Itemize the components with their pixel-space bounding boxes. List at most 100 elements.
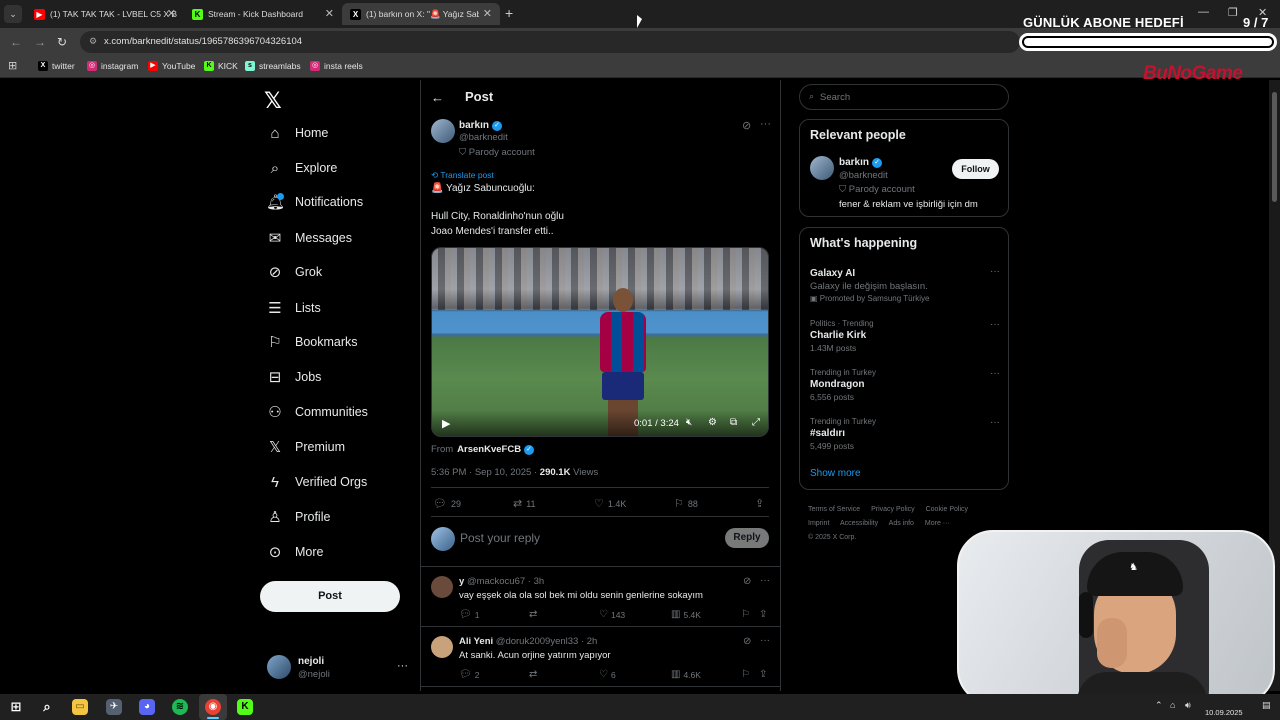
discord-icon[interactable]: ◕: [139, 699, 155, 715]
reply-action[interactable]: 💬︎ 29: [433, 497, 461, 510]
reload-icon[interactable]: ↻: [57, 35, 67, 49]
more-icon[interactable]: ···: [760, 575, 770, 586]
post-video[interactable]: ▶ 0:01 / 3:24 🔇︎ ⚙ ⧉ ⤢: [431, 247, 769, 437]
repost-action[interactable]: ⇄ 11: [513, 497, 536, 510]
apps-grid-icon[interactable]: ⊞: [8, 59, 17, 72]
notification-center-icon[interactable]: ▤: [1262, 700, 1271, 711]
more-icon[interactable]: ···: [990, 417, 1000, 428]
trend-item[interactable]: Galaxy AI Galaxy ile değişim başlasın. ▣…: [810, 266, 1000, 303]
post-button[interactable]: Post: [260, 581, 400, 612]
grok-icon[interactable]: ⊘: [743, 576, 751, 587]
close-icon[interactable]: ✕: [478, 7, 492, 20]
author-handle[interactable]: @barknedit: [459, 132, 508, 143]
share-action[interactable]: ⇪: [759, 609, 770, 620]
mute-icon[interactable]: 🔇︎: [686, 417, 692, 428]
picture-in-picture-icon[interactable]: ⧉: [730, 417, 737, 428]
repost-action[interactable]: ⇄: [529, 669, 540, 680]
browser-tab-kick[interactable]: K Stream - Kick Dashboard ✕: [184, 3, 342, 25]
file-explorer-icon[interactable]: ▭: [72, 699, 88, 715]
more-icon[interactable]: ···: [990, 266, 1000, 277]
views-action[interactable]: ▥ 4.6K: [671, 669, 701, 680]
reply-action[interactable]: 💬︎ 2: [459, 669, 479, 680]
trend-item[interactable]: Trending in Turkey Mondragon 6,556 posts…: [810, 368, 1000, 402]
post-timestamp[interactable]: 5:36 PM · Sep 10, 2025 ·: [431, 467, 540, 478]
play-icon[interactable]: ▶: [442, 417, 450, 430]
app-icon[interactable]: ✈: [106, 699, 122, 715]
fullscreen-icon[interactable]: ⤢: [752, 417, 760, 428]
restore-icon[interactable]: ❐: [1228, 6, 1238, 19]
new-tab-icon[interactable]: +: [505, 5, 513, 21]
reply-author-name[interactable]: y: [459, 576, 464, 587]
account-name[interactable]: nejoli: [298, 656, 324, 667]
nav-grok[interactable]: ⊘ Grok: [266, 259, 322, 285]
like-action[interactable]: ♡ 1.4K: [594, 497, 626, 510]
nav-messages[interactable]: ✉ Messages: [266, 225, 352, 251]
reply-action[interactable]: 💬︎ 1: [459, 609, 479, 620]
author-avatar[interactable]: [431, 119, 455, 143]
avatar[interactable]: [431, 636, 453, 658]
tray-overflow-icon[interactable]: ⌃: [1155, 700, 1163, 711]
forward-arrow-icon[interactable]: →: [34, 35, 46, 49]
avatar[interactable]: [431, 576, 453, 598]
close-icon[interactable]: ✕: [167, 7, 176, 20]
bookmark-twitter[interactable]: X twitter: [38, 61, 75, 71]
nav-jobs[interactable]: ⊟ Jobs: [266, 364, 322, 390]
nav-explore[interactable]: ⌕ Explore: [266, 155, 338, 181]
bookmark-action[interactable]: ⚐ 88: [674, 497, 698, 510]
close-icon[interactable]: ✕: [325, 7, 334, 20]
more-icon[interactable]: ···: [760, 118, 771, 130]
nav-premium[interactable]: 𝕏 Premium: [266, 434, 345, 460]
author-name[interactable]: barkın ✓: [459, 120, 503, 131]
reply-button[interactable]: Reply: [725, 528, 769, 548]
nav-verified-orgs[interactable]: ϟ Verified Orgs: [266, 469, 367, 495]
repost-action[interactable]: ⇄: [529, 609, 540, 620]
follow-button[interactable]: Follow: [952, 159, 999, 179]
trend-item[interactable]: Trending in Turkey #saldırı 5,499 posts …: [810, 417, 1000, 451]
network-icon[interactable]: ⌂: [1170, 700, 1175, 710]
minimize-icon[interactable]: —: [1198, 6, 1209, 18]
more-icon[interactable]: ···: [990, 319, 1000, 330]
like-action[interactable]: ♡ 143: [599, 609, 625, 620]
footer-link[interactable]: Ads info: [889, 520, 914, 527]
tab-search-dropdown[interactable]: ⌄: [4, 5, 22, 23]
browser-tab-youtube[interactable]: ▶ (1) TAK TAK TAK - LVBEL C5 X B ✕: [26, 3, 184, 25]
bookmark-insta-reels[interactable]: ◎ insta reels: [310, 61, 363, 71]
footer-link[interactable]: More ···: [925, 520, 950, 527]
footer-link[interactable]: Accessibility: [840, 520, 878, 527]
more-icon[interactable]: ···: [990, 368, 1000, 379]
grok-icon[interactable]: ⊘: [742, 119, 751, 132]
views-action[interactable]: ▥ 5.4K: [671, 609, 701, 620]
bookmark-action[interactable]: ⚐: [741, 609, 753, 620]
bookmark-instagram[interactable]: ◎ instagram: [87, 61, 138, 71]
windows-start-icon[interactable]: ⊞: [8, 699, 24, 715]
back-arrow-icon[interactable]: ←: [10, 35, 22, 49]
scrollbar-thumb[interactable]: [1272, 92, 1277, 202]
show-more-link[interactable]: Show more: [810, 468, 861, 479]
from-account[interactable]: ArsenKveFCB: [457, 444, 521, 455]
site-info-icon[interactable]: ⚙: [89, 36, 97, 47]
nav-more[interactable]: ⊙ More: [266, 539, 324, 565]
volume-icon[interactable]: 🔊︎: [1185, 700, 1191, 711]
reply-input[interactable]: Post your reply: [460, 531, 540, 545]
share-action[interactable]: ⇪: [759, 669, 770, 680]
nav-lists[interactable]: ☰ Lists: [266, 295, 320, 321]
footer-link[interactable]: Terms of Service: [808, 506, 860, 513]
nav-home[interactable]: ⌂ Home: [266, 120, 328, 146]
reply-author-name[interactable]: Ali Yeni: [459, 636, 493, 647]
nav-profile[interactable]: ♙ Profile: [266, 504, 330, 530]
search-icon[interactable]: ⌕: [39, 699, 55, 715]
avatar[interactable]: [267, 655, 291, 679]
bookmark-kick[interactable]: K KICK: [204, 61, 238, 71]
taskbar-clock-date[interactable]: 10.09.2025: [1205, 708, 1243, 717]
back-arrow-icon[interactable]: ←: [431, 90, 444, 105]
settings-icon[interactable]: ⚙: [708, 417, 717, 428]
footer-link[interactable]: Cookie Policy: [926, 506, 968, 513]
share-action[interactable]: ⇪: [755, 497, 768, 510]
kick-app-icon[interactable]: K: [237, 699, 253, 715]
bookmark-action[interactable]: ⚐: [741, 669, 753, 680]
spotify-icon[interactable]: ≋: [172, 699, 188, 715]
account-menu-icon[interactable]: ···: [397, 660, 408, 672]
url-input[interactable]: ⚙ x.com/barknedit/status/196578639670432…: [80, 31, 1020, 53]
nav-bookmarks[interactable]: ⚐ Bookmarks: [266, 329, 357, 355]
search-input[interactable]: ⌕ Search: [799, 84, 1009, 110]
